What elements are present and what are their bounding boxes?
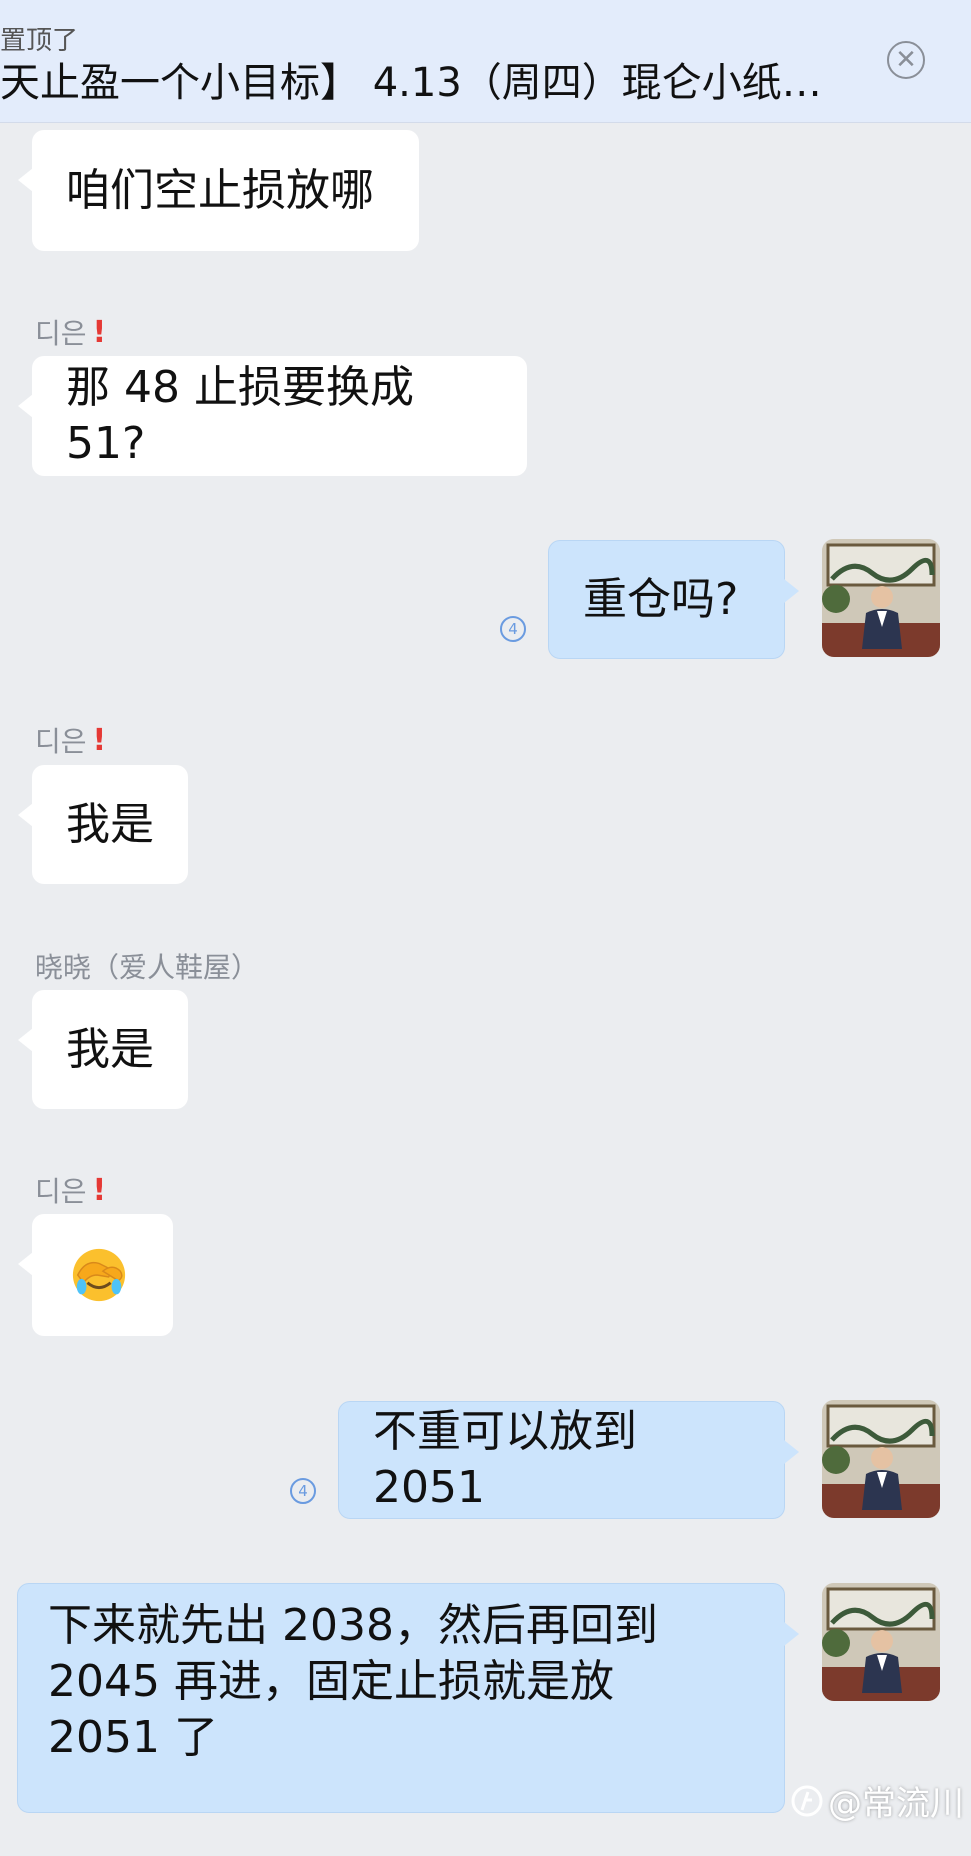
watermark: @常流川 [790,1776,964,1825]
platform-logo-icon [791,1785,823,1816]
message-text: 下来就先出 2038，然后再回到 2045 再进，固定止损就是放 2051 了 [48,1600,658,1763]
message-text: 我是 [66,1023,154,1075]
sender-name: 디은 ! [35,312,106,352]
sender-name: 晓晓（爱人鞋屋） [35,946,259,986]
watermark-text: @常流川 [828,1784,964,1824]
message-text: 我是 [66,798,154,850]
message-bubble[interactable]: 重仓吗? [548,540,799,659]
message-text: 咱们空止损放哪 [66,164,374,216]
read-count: 4 [508,620,518,638]
message-bubble[interactable]: 下来就先出 2038，然后再回到 2045 再进，固定止损就是放 2051 了 [17,1583,799,1813]
exclamation-icon: ! [92,722,107,758]
message-text: 不重可以放到 2051 [373,1406,637,1513]
message-bubble[interactable]: 我是 [18,990,188,1109]
pinned-message-bar[interactable]: 置顶了 天止盈一个小目标】 4.13（周四）琨仑小纸… ✕ [0,0,971,123]
avatar[interactable] [822,539,940,657]
message-text: 重仓吗? [583,573,739,625]
message-bubble[interactable] [18,1214,173,1336]
sender-label: 디은 [35,725,87,758]
message-bubble[interactable]: 我是 [18,765,188,884]
message-bubble[interactable]: 咱们空止损放哪 [18,130,419,251]
read-count-icon: 4 [500,616,526,642]
sender-label: 디은 [35,1175,87,1208]
message-bubble[interactable]: 那 48 止损要换成 51? [18,356,527,476]
read-count: 4 [298,1482,308,1500]
exclamation-icon: ! [92,1172,107,1208]
avatar[interactable] [822,1400,940,1518]
close-icon[interactable]: ✕ [887,41,925,79]
sender-name: 디은 ! [35,1170,106,1210]
sender-label: 晓晓（爱人鞋屋） [35,951,260,984]
facepalm-emoji-icon [72,1248,126,1302]
avatar[interactable] [822,1583,940,1701]
exclamation-icon: ! [92,314,107,350]
message-text: 那 48 止损要换成 51? [66,362,414,469]
message-bubble[interactable]: 不重可以放到 2051 [338,1401,799,1519]
sender-name: 디은 ! [35,720,106,760]
pinned-title[interactable]: 天止盈一个小目标】 4.13（周四）琨仑小纸… [0,50,860,108]
read-count-icon: 4 [290,1478,316,1504]
sender-label: 디은 [35,317,87,350]
